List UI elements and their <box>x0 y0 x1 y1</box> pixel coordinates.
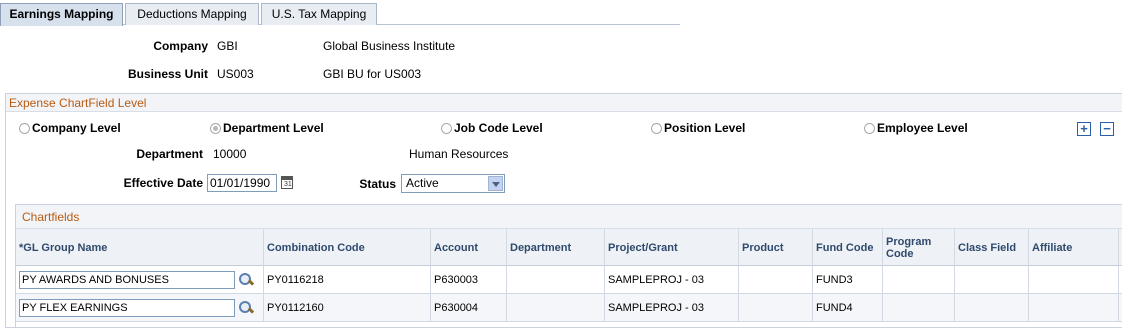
company-code: GBI <box>217 39 238 53</box>
chartfields-title: Chartfields <box>16 205 1122 229</box>
radio-company-level[interactable]: Company Level <box>19 121 121 135</box>
radio-job-code-level[interactable]: Job Code Level <box>441 121 543 135</box>
cell-program-code <box>883 266 955 294</box>
radio-position-level[interactable]: Position Level <box>651 121 745 135</box>
radio-button-icon[interactable] <box>19 122 30 134</box>
cell-program-code <box>883 294 955 322</box>
radio-employee-level[interactable]: Employee Level <box>864 121 968 135</box>
radio-label: Company Level <box>32 121 121 135</box>
radio-button-icon[interactable] <box>441 122 452 134</box>
status-selected-value: Active <box>406 176 439 190</box>
cell-combination-code: PY0112160 <box>264 294 431 322</box>
tab-bar: Earnings Mapping Deductions Mapping U.S.… <box>0 3 680 26</box>
radio-label: Job Code Level <box>454 121 543 135</box>
department-label: Department <box>136 147 203 161</box>
col-header-account: Account <box>431 229 507 266</box>
cell-affiliate <box>1029 266 1119 294</box>
col-header-project-grant: Project/Grant <box>605 229 739 266</box>
radio-department-level[interactable]: Department Level <box>210 121 324 135</box>
cell-class-field <box>955 266 1029 294</box>
gl-group-name-input[interactable]: PY AWARDS AND BONUSES <box>19 271 235 289</box>
search-icon[interactable] <box>238 300 254 316</box>
status-label: Status <box>359 177 396 191</box>
cell-affiliate <box>1029 294 1119 322</box>
col-header-class-field: Class Field <box>955 229 1029 266</box>
radio-label: Department Level <box>223 121 324 135</box>
cell-account: P630003 <box>431 266 507 294</box>
calendar-icon[interactable]: 31 <box>281 176 293 189</box>
radio-label: Employee Level <box>877 121 968 135</box>
cell-project-grant: SAMPLEPROJ - 03 <box>605 266 739 294</box>
cell-fund-code: FUND3 <box>813 266 883 294</box>
cell-department <box>507 266 605 294</box>
company-name: Global Business Institute <box>323 39 456 53</box>
radio-button-selected-icon[interactable] <box>210 122 221 134</box>
chevron-down-icon[interactable] <box>488 176 503 191</box>
delete-row-button[interactable]: − <box>1100 122 1114 136</box>
col-header-program-code: Program Code <box>883 229 955 266</box>
grid-header-row: *GL Group Name Combination Code Account … <box>16 229 1122 266</box>
business-unit-code: US003 <box>217 67 254 81</box>
cell-fund-code: FUND4 <box>813 294 883 322</box>
table-row: PY AWARDS AND BONUSES PY0116218 P630003 … <box>16 266 1122 294</box>
col-header-product: Product <box>739 229 813 266</box>
expense-group-title: Expense ChartField Level <box>6 94 1122 112</box>
search-icon[interactable] <box>238 272 254 288</box>
radio-label: Position Level <box>664 121 746 135</box>
tab-deductions-mapping[interactable]: Deductions Mapping <box>125 3 259 25</box>
company-label: Company <box>153 39 208 53</box>
cell-combination-code: PY0116218 <box>264 266 431 294</box>
cell-gl-group: PY AWARDS AND BONUSES <box>16 266 264 294</box>
tab-earnings-mapping[interactable]: Earnings Mapping <box>0 3 123 26</box>
col-header-affiliate: Affiliate <box>1029 229 1119 266</box>
gl-group-name-input[interactable]: PY FLEX EARNINGS <box>19 299 235 317</box>
cell-product <box>739 266 813 294</box>
business-unit-name: GBI BU for US003 <box>323 67 422 81</box>
col-header-fund-code: Fund Code <box>813 229 883 266</box>
tab-us-tax-mapping[interactable]: U.S. Tax Mapping <box>261 3 377 25</box>
cell-product <box>739 294 813 322</box>
department-name: Human Resources <box>409 147 509 161</box>
cell-department <box>507 294 605 322</box>
radio-button-icon[interactable] <box>651 122 662 134</box>
chartfields-grid: Chartfields *GL Group Name Combination C… <box>15 204 1122 328</box>
cell-project-grant: SAMPLEPROJ - 03 <box>605 294 739 322</box>
radio-button-icon[interactable] <box>864 122 875 134</box>
col-header-department: Department <box>507 229 605 266</box>
status-select[interactable]: Active <box>401 174 505 193</box>
cell-account: P630004 <box>431 294 507 322</box>
table-row: PY FLEX EARNINGS PY0112160 P630004 SAMPL… <box>16 294 1122 322</box>
col-header-combination-code: Combination Code <box>264 229 431 266</box>
cell-class-field <box>955 294 1029 322</box>
add-row-button[interactable]: + <box>1077 122 1091 136</box>
department-code: 10000 <box>213 147 247 161</box>
effective-date-label: Effective Date <box>123 176 203 190</box>
col-header-gl-group-name: *GL Group Name <box>16 229 264 266</box>
effective-date-input[interactable]: 01/01/1990 <box>207 174 277 192</box>
cell-gl-group: PY FLEX EARNINGS <box>16 294 264 322</box>
business-unit-label: Business Unit <box>127 67 208 81</box>
